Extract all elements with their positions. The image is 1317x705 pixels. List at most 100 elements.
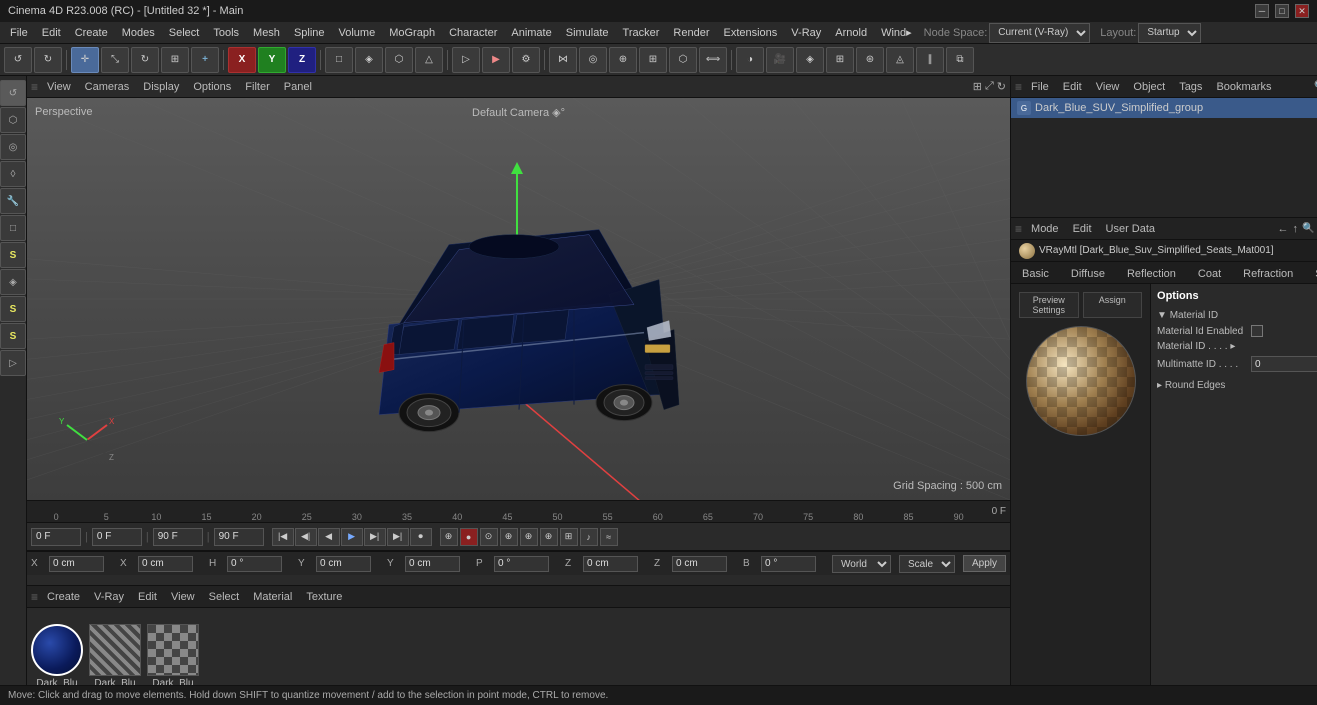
- key-record-btn[interactable]: ●: [460, 528, 478, 546]
- key-rot-btn[interactable]: ⊕: [540, 528, 558, 546]
- bridge-tool[interactable]: □: [0, 215, 26, 241]
- assign-btn[interactable]: Assign: [1083, 292, 1143, 318]
- face-mode-btn[interactable]: △: [415, 47, 443, 73]
- menu-extensions[interactable]: Extensions: [717, 25, 783, 41]
- mat-right-hamburger[interactable]: ≡: [1015, 222, 1022, 236]
- nav-up-icon[interactable]: ↑: [1292, 223, 1298, 235]
- tab-sheen[interactable]: Sheen: [1304, 264, 1317, 283]
- record-btn[interactable]: ⏺: [410, 528, 432, 546]
- mat-edit-menu[interactable]: Edit: [133, 590, 162, 604]
- menu-volume[interactable]: Volume: [333, 25, 382, 41]
- h-rot-input[interactable]: [227, 556, 282, 572]
- menu-modes[interactable]: Modes: [116, 25, 161, 41]
- bevel-tool[interactable]: 🔧: [0, 188, 26, 214]
- transform-btn[interactable]: ⊞: [161, 47, 189, 73]
- redo-btn[interactable]: ↻: [34, 47, 62, 73]
- mirror-btn[interactable]: ⟺: [699, 47, 727, 73]
- menu-mesh[interactable]: Mesh: [247, 25, 286, 41]
- mat-texture-menu[interactable]: Texture: [301, 590, 347, 604]
- z-pos-input[interactable]: [583, 556, 638, 572]
- array-btn[interactable]: ⊛: [856, 47, 884, 73]
- nav-back-icon[interactable]: ←: [1277, 223, 1288, 235]
- tab-diffuse[interactable]: Diffuse: [1060, 264, 1116, 283]
- apply-button[interactable]: Apply: [963, 555, 1006, 572]
- play-btn[interactable]: ▶: [341, 528, 363, 546]
- key-scale-btn[interactable]: ⊕: [520, 528, 538, 546]
- mat-id-enabled-checkbox[interactable]: [1251, 325, 1263, 337]
- camera-btn[interactable]: 🎥: [766, 47, 794, 73]
- component-mode-btn[interactable]: ◈: [355, 47, 383, 73]
- magnet-btn[interactable]: ◎: [579, 47, 607, 73]
- menu-mograph[interactable]: MoGraph: [383, 25, 441, 41]
- menu-select[interactable]: Select: [163, 25, 206, 41]
- multimatte-input[interactable]: [1251, 356, 1317, 372]
- vp-hamburger[interactable]: ≡: [31, 80, 38, 94]
- paint-brush[interactable]: ▷: [0, 350, 26, 376]
- edge-mode-btn[interactable]: ⬡: [385, 47, 413, 73]
- render-view-btn[interactable]: ▷: [452, 47, 480, 73]
- scene-btn[interactable]: ◬: [886, 47, 914, 73]
- key-filter-btn[interactable]: ⊕: [440, 528, 458, 546]
- y-size-input[interactable]: [405, 556, 460, 572]
- preview-settings-btn[interactable]: Preview Settings: [1019, 292, 1079, 318]
- key-pos-btn[interactable]: ⊕: [500, 528, 518, 546]
- menu-spline[interactable]: Spline: [288, 25, 331, 41]
- snap-btn[interactable]: ⋈: [549, 47, 577, 73]
- sculpt-tool[interactable]: S: [0, 296, 26, 322]
- vp-display-menu[interactable]: Display: [138, 80, 184, 94]
- add-obj-btn[interactable]: +: [191, 47, 219, 73]
- scale-tool-btn[interactable]: ⤡: [101, 47, 129, 73]
- vp-panel-menu[interactable]: Panel: [279, 80, 317, 94]
- axis-lock-btn[interactable]: ⊕: [609, 47, 637, 73]
- mat-user-data-menu[interactable]: User Data: [1101, 222, 1161, 236]
- right-edit-menu[interactable]: Edit: [1058, 80, 1087, 94]
- vp-view-menu[interactable]: View: [42, 80, 76, 94]
- x-size-input[interactable]: [138, 556, 193, 572]
- paint-btn[interactable]: ◑: [736, 47, 764, 73]
- axis-x-btn[interactable]: X: [228, 47, 256, 73]
- menu-tracker[interactable]: Tracker: [617, 25, 666, 41]
- z-size-input[interactable]: [672, 556, 727, 572]
- close-btn[interactable]: ✕: [1295, 4, 1309, 18]
- axis-z-btn[interactable]: Z: [288, 47, 316, 73]
- step-next-btn[interactable]: ▶|: [364, 528, 386, 546]
- menu-arnold[interactable]: Arnold: [829, 25, 873, 41]
- min-time-input[interactable]: [92, 528, 142, 546]
- mat-mode-menu[interactable]: Mode: [1026, 222, 1064, 236]
- grid-btn[interactable]: ⊞: [639, 47, 667, 73]
- tab-reflection[interactable]: Reflection: [1116, 264, 1187, 283]
- xref-btn[interactable]: ⧉: [946, 47, 974, 73]
- pen-tool[interactable]: ◈: [0, 269, 26, 295]
- move-tool-btn[interactable]: ✛: [71, 47, 99, 73]
- knife-tool[interactable]: S: [0, 242, 26, 268]
- tree-item-suv-group[interactable]: G Dark_Blue_SUV_Simplified_group: [1011, 98, 1317, 118]
- menu-file[interactable]: File: [4, 25, 34, 41]
- x-pos-input[interactable]: [49, 556, 104, 572]
- scale-mode-dropdown[interactable]: Scale Size: [899, 555, 955, 573]
- axis-y-btn[interactable]: Y: [258, 47, 286, 73]
- vp-cameras-menu[interactable]: Cameras: [80, 80, 135, 94]
- b-rot-input[interactable]: [761, 556, 816, 572]
- deform-btn[interactable]: ⊞: [826, 47, 854, 73]
- mat-search-icon[interactable]: 🔍: [1302, 223, 1314, 234]
- smooth-tool[interactable]: S: [0, 323, 26, 349]
- vp-filter-menu[interactable]: Filter: [240, 80, 274, 94]
- key-auto-btn[interactable]: ⊙: [480, 528, 498, 546]
- vp-layout-icon[interactable]: ⊞: [973, 80, 982, 93]
- step-back-btn[interactable]: ◀|: [295, 528, 317, 546]
- vp-maximize-icon[interactable]: ⤢: [985, 80, 994, 93]
- key-motion-btn[interactable]: ≈: [600, 528, 618, 546]
- hair-btn[interactable]: ∥: [916, 47, 944, 73]
- right-hamburger[interactable]: ≡: [1015, 80, 1022, 94]
- step-prev-btn[interactable]: ◀: [318, 528, 340, 546]
- rotate-tool-btn[interactable]: ↻: [131, 47, 159, 73]
- live-select[interactable]: ⬡: [0, 107, 26, 133]
- mat-hamburger[interactable]: ≡: [31, 590, 38, 604]
- layout-dropdown[interactable]: Startup: [1138, 23, 1201, 43]
- total-frames-input[interactable]: [214, 528, 264, 546]
- vp-options-menu[interactable]: Options: [188, 80, 236, 94]
- y-pos-input[interactable]: [316, 556, 371, 572]
- right-bookmarks-menu[interactable]: Bookmarks: [1211, 80, 1276, 94]
- material-item-2[interactable]: Dark_Blu: [89, 624, 141, 689]
- tab-refraction[interactable]: Refraction: [1232, 264, 1304, 283]
